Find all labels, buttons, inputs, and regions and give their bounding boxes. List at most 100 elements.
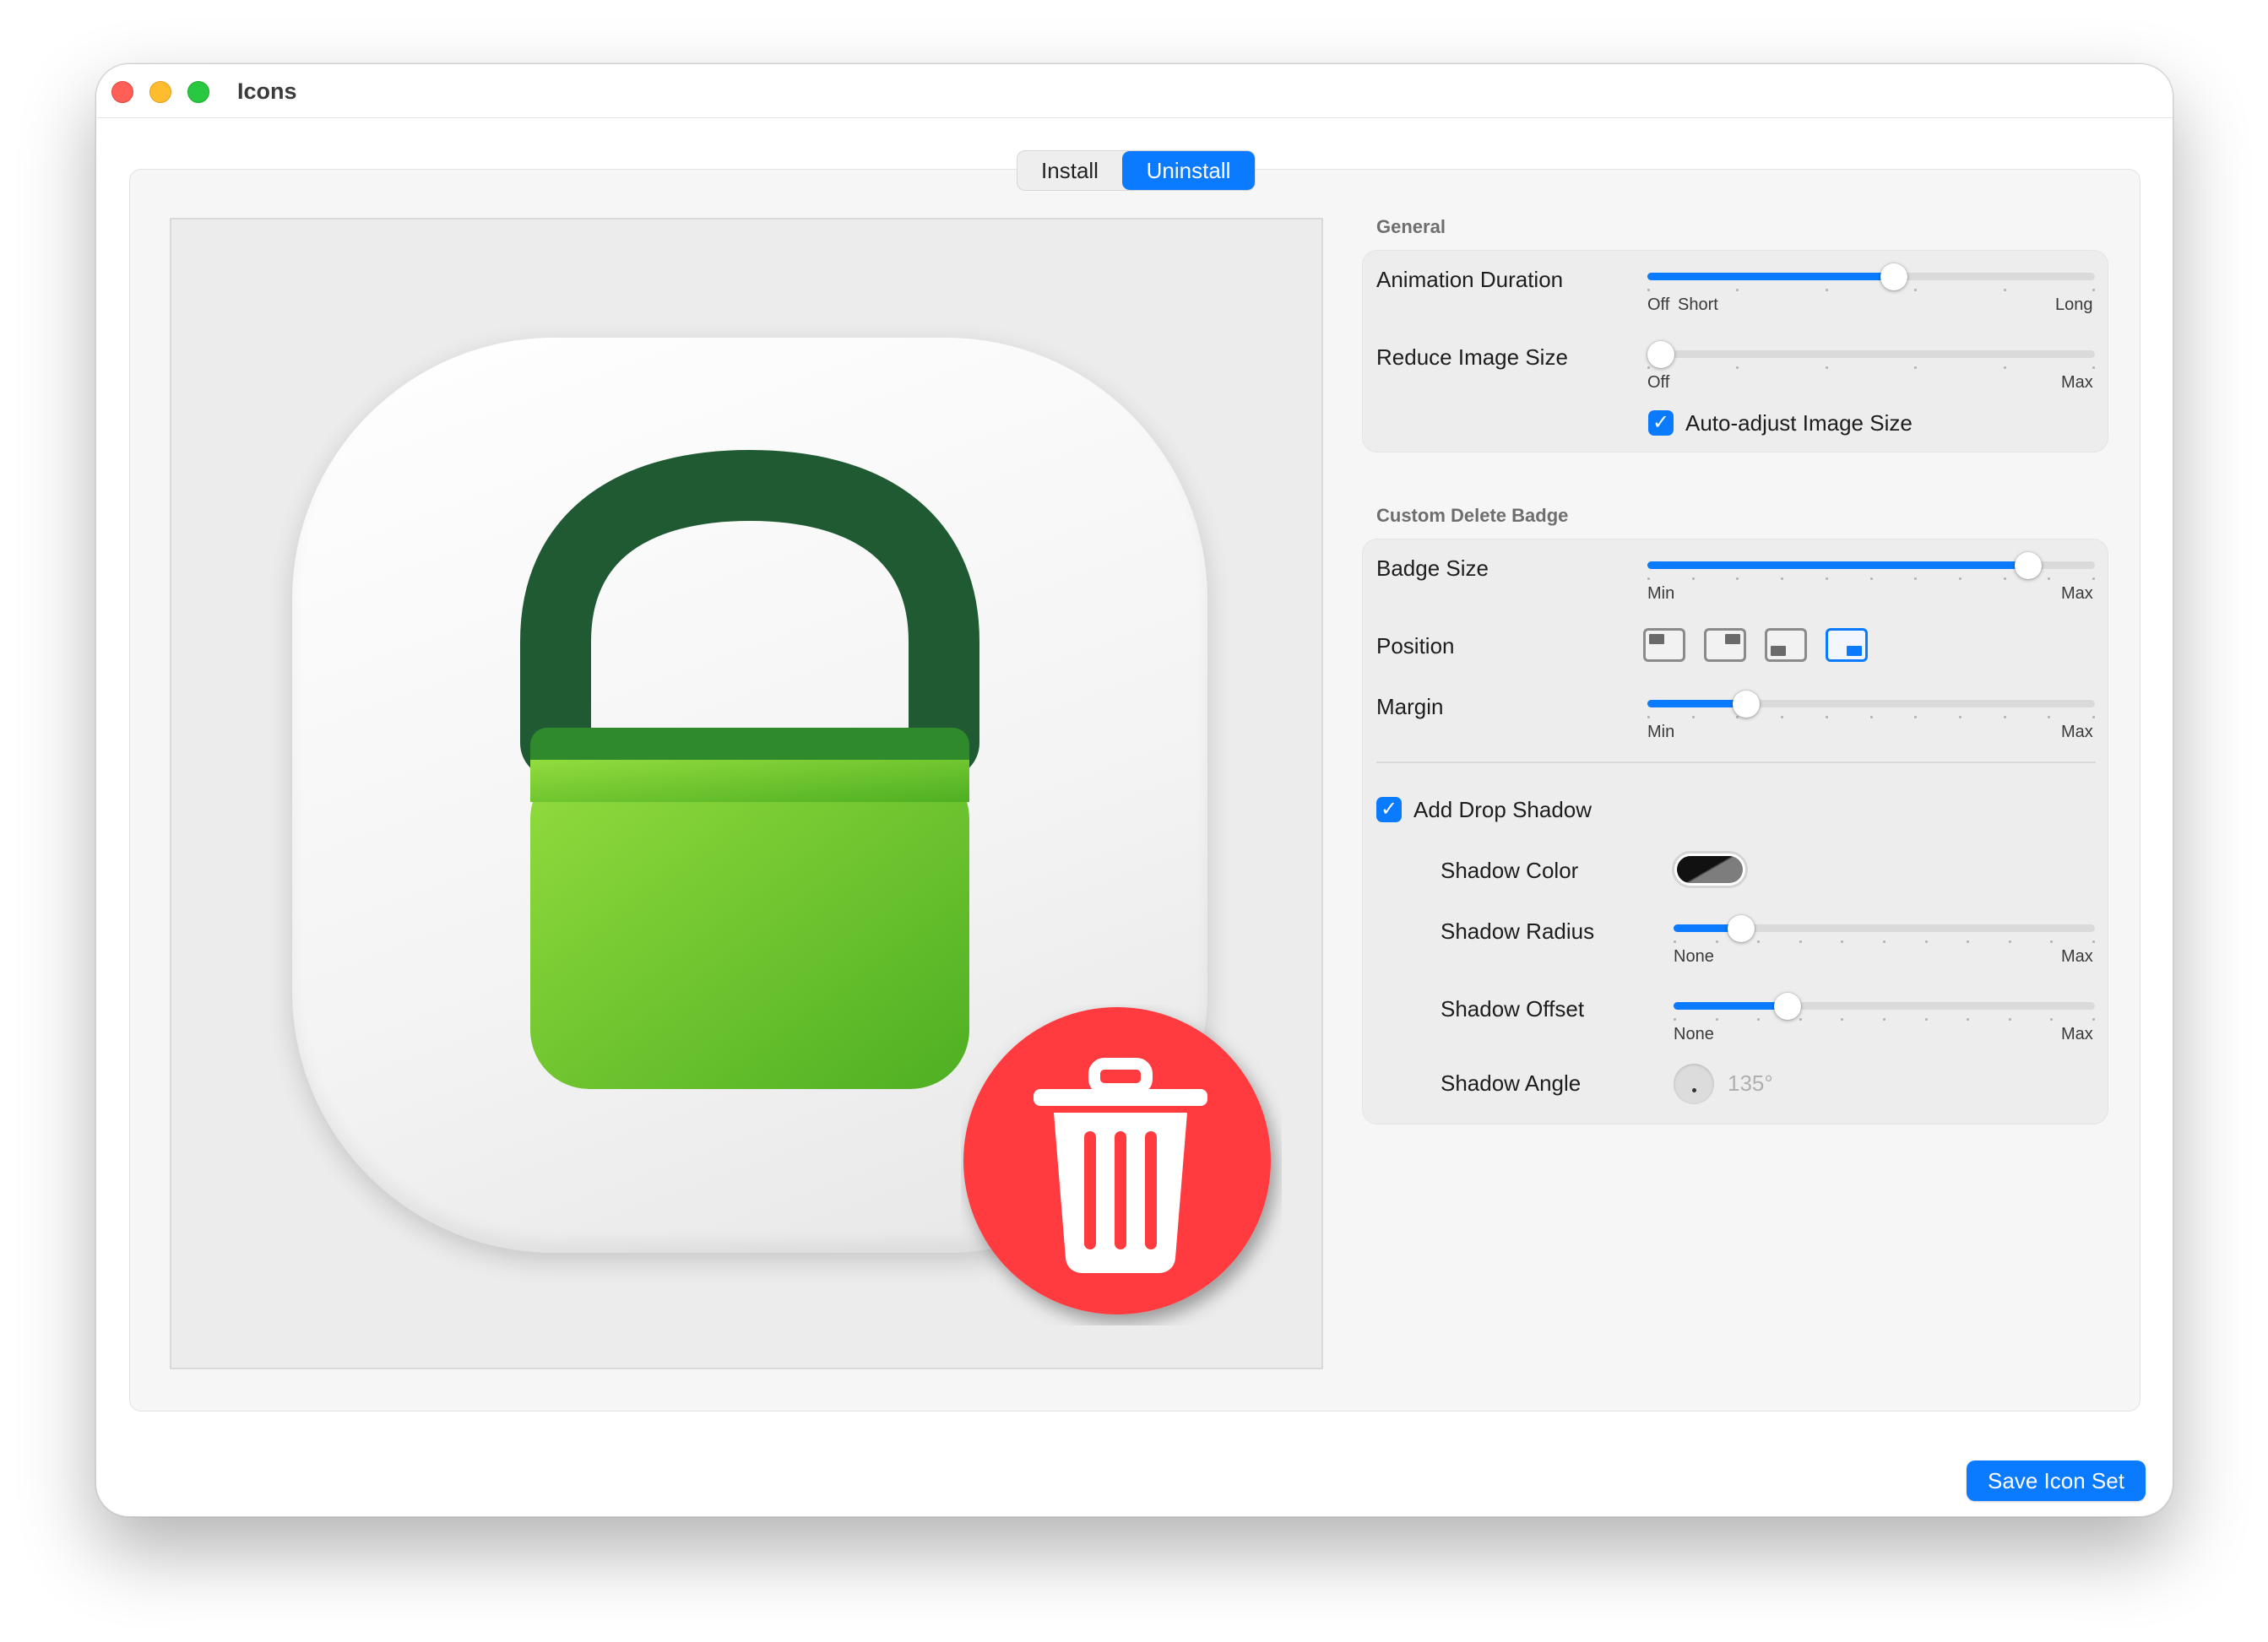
- slider-knob[interactable]: [1773, 993, 1801, 1020]
- shadow-radius-max: Max: [2061, 947, 2093, 966]
- title-bar: Icons: [96, 64, 2173, 118]
- slider-tick: [1914, 289, 1918, 291]
- margin-slider[interactable]: [1647, 686, 2095, 723]
- slider-knob[interactable]: [1727, 915, 1755, 942]
- slider-tick: [2092, 1018, 2095, 1021]
- shadow-color-label: Shadow Color: [1441, 858, 1579, 883]
- slider-tick: [1691, 577, 1695, 580]
- reduce-image-size-min: Off: [1647, 373, 1670, 392]
- tab-install[interactable]: Install: [1017, 151, 1122, 190]
- position-bottom-right-button[interactable]: [1826, 628, 1868, 662]
- slider-tick: [2050, 1018, 2054, 1021]
- close-window-button[interactable]: [111, 81, 133, 103]
- auto-adjust-checkbox[interactable]: ✓: [1648, 410, 1674, 436]
- general-section-title: General: [1376, 216, 1446, 237]
- dial-indicator: [1692, 1088, 1696, 1092]
- shadow-radius-slider[interactable]: [1674, 910, 2095, 947]
- shadow-radius-label: Shadow Radius: [1441, 919, 1595, 944]
- zoom-window-button[interactable]: [187, 81, 209, 103]
- slider-tick: [1958, 577, 1961, 580]
- slider-tick: [1967, 940, 1970, 943]
- slider-tick: [1647, 366, 1650, 369]
- slider-tick: [1924, 940, 1928, 943]
- shadow-offset-slider[interactable]: [1674, 988, 2095, 1025]
- slider-knob[interactable]: [1732, 691, 1760, 718]
- badge-size-min: Min: [1647, 584, 1675, 603]
- section-divider: [1376, 761, 2096, 763]
- slider-tick: [1825, 366, 1828, 369]
- slider-tick: [1825, 716, 1828, 718]
- animation-duration-mid: Short: [1678, 295, 1718, 314]
- slider-knob[interactable]: [2014, 552, 2042, 579]
- badge-size-slider[interactable]: [1647, 547, 2095, 584]
- slider-tick: [1825, 289, 1828, 291]
- slider-tick: [1799, 1018, 1802, 1021]
- badge-size-max: Max: [2061, 584, 2093, 603]
- slider-tick: [1757, 1018, 1761, 1021]
- slider-tick: [1914, 366, 1918, 369]
- badge-panel: [1362, 539, 2108, 1124]
- shadow-offset-label: Shadow Offset: [1441, 996, 1585, 1022]
- slider-tick: [2092, 577, 2095, 580]
- slider-knob[interactable]: [1880, 263, 1907, 290]
- animation-duration-max: Long: [2055, 295, 2093, 314]
- position-picker: [1643, 628, 1871, 665]
- slider-tick: [1736, 577, 1739, 580]
- auto-adjust-label: Auto-adjust Image Size: [1685, 410, 1913, 436]
- color-swatch: [1677, 856, 1743, 883]
- position-bottom-left-button[interactable]: [1765, 628, 1807, 662]
- position-top-left-button[interactable]: [1643, 628, 1685, 662]
- trash-badge-icon: [963, 1007, 1271, 1314]
- slider-tick: [2092, 940, 2095, 943]
- minimize-window-button[interactable]: [149, 81, 171, 103]
- slider-tick: [1914, 577, 1918, 580]
- slider-tick: [1958, 716, 1961, 718]
- reduce-image-size-slider[interactable]: [1647, 336, 2095, 373]
- reduce-image-size-label: Reduce Image Size: [1376, 344, 1568, 370]
- shadow-angle-label: Shadow Angle: [1441, 1070, 1582, 1096]
- slider-tick: [2008, 940, 2011, 943]
- window-title: Icons: [237, 79, 297, 104]
- shadow-offset-max: Max: [2061, 1025, 2093, 1043]
- slider-tick: [1647, 716, 1650, 718]
- slider-tick: [1736, 289, 1739, 291]
- slider-tick: [1691, 716, 1695, 718]
- slider-tick: [2048, 577, 2051, 580]
- margin-max: Max: [2061, 723, 2093, 741]
- animation-duration-slider[interactable]: [1647, 258, 2095, 295]
- slider-tick: [1781, 577, 1784, 580]
- slider-tick: [1841, 1018, 1844, 1021]
- slider-tick: [1674, 1018, 1676, 1021]
- slider-tick: [1715, 1018, 1718, 1021]
- save-icon-set-button[interactable]: Save Icon Set: [1967, 1460, 2146, 1501]
- animation-duration-label: Animation Duration: [1376, 267, 1564, 292]
- badge-section-title: Custom Delete Badge: [1376, 505, 1569, 526]
- slider-knob[interactable]: [1647, 341, 1674, 368]
- slider-tick: [1674, 940, 1676, 943]
- slider-tick: [2003, 366, 2006, 369]
- margin-min: Min: [1647, 723, 1675, 741]
- icon-preview: [170, 218, 1323, 1369]
- slider-tick: [1825, 577, 1828, 580]
- slider-tick: [1841, 940, 1844, 943]
- shadow-color-well[interactable]: [1672, 851, 1748, 888]
- slider-tick: [1781, 716, 1784, 718]
- slider-tick: [1757, 940, 1761, 943]
- shadow-radius-min: None: [1674, 947, 1714, 966]
- position-top-right-button[interactable]: [1704, 628, 1746, 662]
- slider-tick: [1736, 366, 1739, 369]
- slider-tick: [2048, 716, 2051, 718]
- slider-tick: [1883, 940, 1885, 943]
- tab-uninstall[interactable]: Uninstall: [1122, 151, 1255, 190]
- slider-tick: [1967, 1018, 1970, 1021]
- margin-label: Margin: [1376, 694, 1444, 719]
- shadow-angle-dial[interactable]: [1674, 1064, 1714, 1104]
- animation-duration-min: Off: [1647, 295, 1670, 314]
- reduce-image-size-max: Max: [2061, 373, 2093, 392]
- app-window: Icons Install Uninstall General Animatio…: [95, 63, 2173, 1517]
- slider-tick: [2003, 716, 2006, 718]
- slider-tick: [1715, 940, 1718, 943]
- slider-tick: [1647, 577, 1650, 580]
- drop-shadow-checkbox[interactable]: ✓: [1376, 797, 1402, 822]
- slider-tick: [1647, 289, 1650, 291]
